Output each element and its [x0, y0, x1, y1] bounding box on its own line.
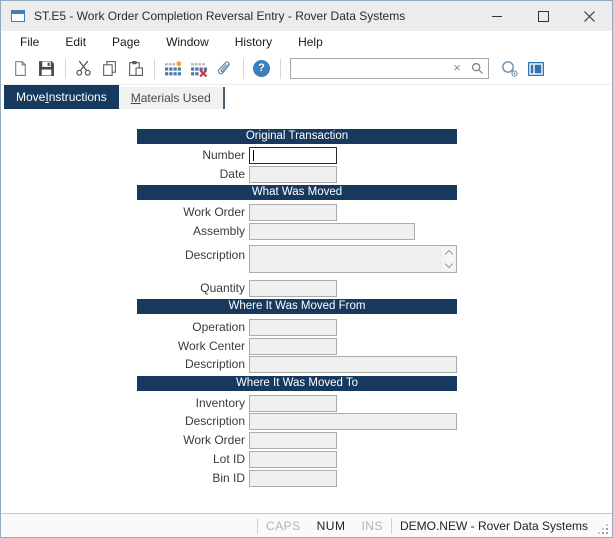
- chevron-down-icon: [444, 260, 452, 268]
- from-description-field[interactable]: [249, 356, 457, 373]
- help-button[interactable]: ?: [249, 56, 274, 82]
- layout-grid-icon: [527, 60, 545, 78]
- field-label: Number: [101, 148, 245, 163]
- field-label: Operation: [101, 320, 245, 335]
- section-where-moved-from: Where It Was Moved From: [137, 299, 457, 314]
- cut-icon: [75, 60, 92, 77]
- attachment-button[interactable]: [212, 56, 237, 82]
- search-box: ×: [290, 58, 489, 79]
- toolbar-separator: [154, 59, 155, 79]
- new-document-icon: [12, 60, 29, 77]
- section-what-was-moved: What Was Moved: [137, 185, 457, 200]
- bin-id-field[interactable]: [249, 470, 337, 487]
- menu-file[interactable]: File: [7, 32, 52, 52]
- magnifier-eye-icon: [500, 60, 520, 78]
- field-label: Work Order: [101, 205, 245, 220]
- work-center-field[interactable]: [249, 338, 337, 355]
- app-icon: [10, 8, 26, 24]
- assembly-field[interactable]: [249, 223, 415, 240]
- toolbar-separator: [65, 59, 66, 79]
- textarea-scrollbar: [442, 247, 455, 271]
- tabstrip: Move Instructions Materials Used: [1, 85, 612, 109]
- operation-field[interactable]: [249, 319, 337, 336]
- caps-indicator: CAPS: [266, 519, 301, 533]
- insert-rows-icon: [164, 60, 182, 77]
- tab-move-instructions[interactable]: Move Instructions: [4, 85, 119, 109]
- to-description-field[interactable]: [249, 413, 457, 430]
- titlebar[interactable]: ST.E5 - Work Order Completion Reversal E…: [1, 1, 612, 31]
- maximize-button[interactable]: [520, 1, 566, 31]
- field-label: Work Order: [101, 433, 245, 448]
- save-button[interactable]: [34, 56, 59, 82]
- insert-rows-button[interactable]: [160, 56, 185, 82]
- number-field[interactable]: [249, 147, 337, 164]
- layout-button[interactable]: [523, 56, 548, 82]
- menubar: File Edit Page Window History Help: [1, 31, 612, 53]
- lot-id-field[interactable]: [249, 451, 337, 468]
- menu-window[interactable]: Window: [153, 32, 222, 52]
- save-icon: [38, 60, 55, 77]
- field-label: Assembly: [101, 224, 245, 239]
- field-label: Bin ID: [101, 471, 245, 486]
- window-controls: [474, 1, 612, 31]
- help-icon: ?: [253, 60, 270, 77]
- status-separator: [257, 518, 258, 534]
- toolbar: ? ×: [1, 53, 612, 85]
- statusbar: CAPS NUM INS DEMO.NEW - Rover Data Syste…: [1, 513, 612, 537]
- menu-edit[interactable]: Edit: [52, 32, 99, 52]
- search-icon[interactable]: [468, 59, 486, 77]
- field-label: Description: [101, 414, 245, 429]
- work-order-field[interactable]: [249, 204, 337, 221]
- status-separator: [391, 518, 392, 534]
- menu-page[interactable]: Page: [99, 32, 153, 52]
- description-field[interactable]: [249, 245, 457, 273]
- menu-help[interactable]: Help: [285, 32, 336, 52]
- field-label: Description: [101, 357, 245, 372]
- paste-icon: [127, 60, 144, 77]
- to-work-order-field[interactable]: [249, 432, 337, 449]
- copy-icon: [101, 60, 118, 77]
- form-area: Original Transaction Number Date What Wa…: [1, 109, 612, 513]
- section-where-moved-to: Where It Was Moved To: [137, 376, 457, 391]
- delete-rows-icon: [190, 60, 208, 77]
- menu-history[interactable]: History: [222, 32, 285, 52]
- cut-button[interactable]: [71, 56, 96, 82]
- new-document-button[interactable]: [8, 56, 33, 82]
- quantity-field[interactable]: [249, 280, 337, 297]
- delete-rows-button[interactable]: [186, 56, 211, 82]
- app-window: ST.E5 - Work Order Completion Reversal E…: [0, 0, 613, 538]
- window-title: ST.E5 - Work Order Completion Reversal E…: [34, 9, 405, 23]
- field-label: Quantity: [101, 281, 245, 296]
- field-label: Lot ID: [101, 452, 245, 467]
- copy-button[interactable]: [97, 56, 122, 82]
- field-label: Description: [101, 248, 245, 263]
- paste-button[interactable]: [123, 56, 148, 82]
- minimize-button[interactable]: [474, 1, 520, 31]
- chevron-up-icon: [444, 250, 452, 258]
- field-label: Work Center: [101, 339, 245, 354]
- inventory-field[interactable]: [249, 395, 337, 412]
- toolbar-separator: [280, 59, 281, 79]
- clear-search-icon[interactable]: ×: [449, 59, 465, 77]
- date-field[interactable]: [249, 166, 337, 183]
- preview-button[interactable]: [497, 56, 522, 82]
- resize-grip[interactable]: [598, 514, 610, 538]
- paperclip-icon: [216, 60, 233, 77]
- field-label: Inventory: [101, 396, 245, 411]
- toolbar-separator: [243, 59, 244, 79]
- ins-indicator: INS: [361, 519, 383, 533]
- field-label: Date: [101, 167, 245, 182]
- tab-materials-used[interactable]: Materials Used: [119, 87, 225, 109]
- status-context: DEMO.NEW - Rover Data Systems: [400, 519, 588, 533]
- text-cursor: [253, 150, 254, 161]
- close-button[interactable]: [566, 1, 612, 31]
- num-indicator: NUM: [317, 519, 346, 533]
- section-original-transaction: Original Transaction: [137, 129, 457, 144]
